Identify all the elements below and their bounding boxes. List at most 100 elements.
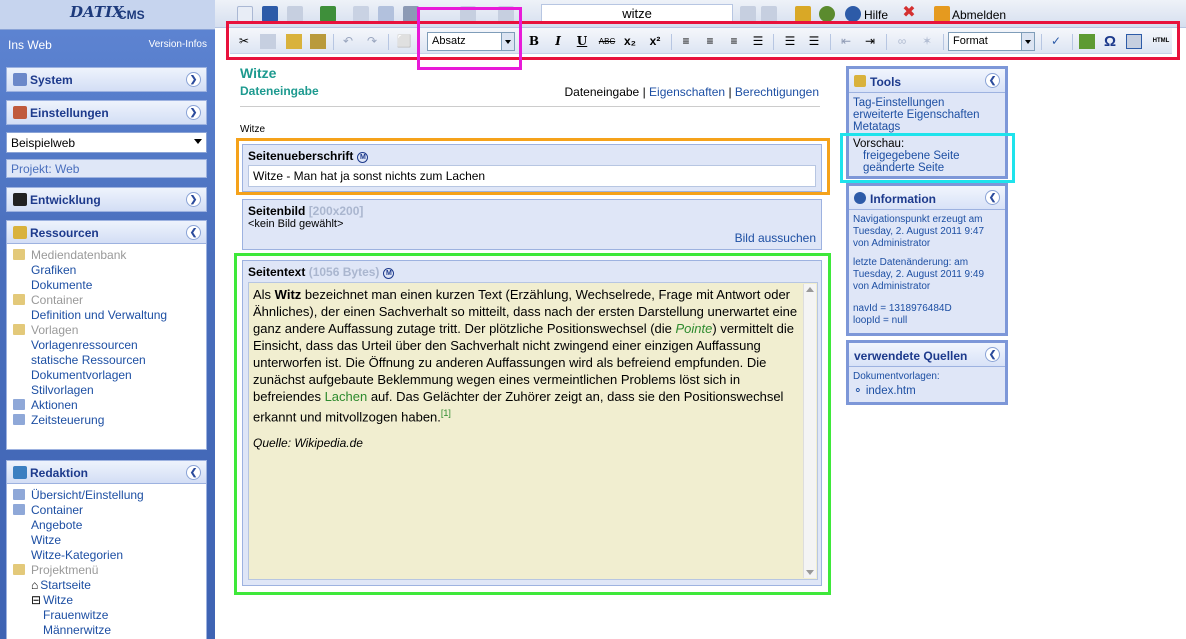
outdent-icon[interactable]: ⇤	[838, 34, 854, 49]
expand-icon[interactable]: ❯	[186, 72, 201, 87]
editorial-item[interactable]: Projektmenü	[13, 563, 200, 578]
printer-icon[interactable]	[403, 6, 419, 22]
resources-item[interactable]: Vorlagenressourcen	[13, 338, 200, 353]
collapse-icon[interactable]: ❮	[985, 73, 1000, 88]
logout-icon[interactable]	[934, 6, 950, 22]
bold-button[interactable]: B	[526, 34, 542, 49]
editorial-header[interactable]: Redaktion ❮	[7, 461, 206, 484]
bullet-list-icon[interactable]: ☰	[782, 34, 798, 49]
align-left-icon[interactable]: ≡	[678, 34, 694, 49]
paragraph-select[interactable]: Absatz	[427, 32, 515, 51]
footnote-link[interactable]: [1]	[441, 408, 451, 418]
align-center-icon[interactable]: ≡	[702, 34, 718, 49]
tab-berechtigungen[interactable]: Berechtigungen	[735, 85, 819, 99]
resources-item[interactable]: Definition und Verwaltung	[13, 308, 200, 323]
settings-header[interactable]: Einstellungen ❯	[7, 101, 206, 124]
extended-properties-link[interactable]: erweiterte Eigenschaften	[853, 109, 1001, 121]
metatags-link[interactable]: Metatags	[853, 121, 1001, 133]
new-page-icon[interactable]	[237, 6, 253, 22]
strike-button[interactable]: ABC	[596, 34, 618, 49]
search-input[interactable]: witze	[541, 4, 733, 24]
resources-item[interactable]: Vorlagen	[13, 323, 200, 338]
resources-item[interactable]: Stilvorlagen	[13, 383, 200, 398]
superscript-button[interactable]: x²	[647, 34, 663, 49]
align-justify-icon[interactable]: ☰	[750, 34, 766, 49]
choose-image-link[interactable]: Bild aussuchen	[735, 231, 816, 245]
editorial-item[interactable]: Container	[13, 503, 200, 518]
site-select[interactable]: Beispielweb	[6, 132, 207, 153]
cut-icon[interactable]: ✂	[236, 34, 252, 49]
tab-eigenschaften[interactable]: Eigenschaften	[649, 85, 725, 99]
sources-header[interactable]: verwendete Quellen ❮	[849, 343, 1005, 367]
editorial-item[interactable]: Witze-Kategorien	[13, 548, 200, 563]
resources-item[interactable]: Dokumentvorlagen	[13, 368, 200, 383]
spellcheck-icon[interactable]: ✓	[1048, 34, 1064, 49]
editorial-item[interactable]: ⊟ Witze	[13, 593, 200, 608]
unlink-icon[interactable]: ✶	[919, 34, 935, 49]
resources-item[interactable]: Mediendatenbank	[13, 248, 200, 263]
editorial-item[interactable]: Übersicht/Einstellung	[13, 488, 200, 503]
print-icon[interactable]	[287, 6, 303, 22]
resources-item[interactable]: Zeitsteuerung	[13, 413, 200, 428]
collapse-icon[interactable]: ❮	[186, 225, 201, 240]
editorial-item[interactable]: ⌂ Startseite	[13, 578, 200, 593]
search-doc-icon[interactable]	[378, 6, 394, 22]
tools-header[interactable]: Tools ❮	[849, 69, 1005, 93]
indent-icon[interactable]: ⇥	[862, 34, 878, 49]
resources-item[interactable]: Aktionen	[13, 398, 200, 413]
resources-item[interactable]: statische Ressourcen	[13, 353, 200, 368]
version-info-link[interactable]: Version-Infos	[149, 39, 207, 50]
resources-item[interactable]: Container	[13, 293, 200, 308]
info-header[interactable]: Information ❮	[849, 186, 1005, 210]
scrollbar[interactable]	[803, 284, 816, 578]
lachen-link[interactable]: Lachen	[325, 389, 368, 404]
table-icon[interactable]	[460, 6, 476, 22]
editorial-item[interactable]: Männerwitze	[13, 623, 200, 638]
system-header[interactable]: System ❯	[7, 68, 206, 91]
preview-changed-link[interactable]: geänderte Seite	[853, 162, 1001, 174]
next-icon[interactable]	[740, 6, 756, 22]
underline-button[interactable]: U	[574, 34, 590, 49]
numbered-list-icon[interactable]: ☰	[806, 34, 822, 49]
resources-item[interactable]: Dokumente	[13, 278, 200, 293]
html-button[interactable]: HTML	[1149, 34, 1173, 49]
redo-icon[interactable]: ↷	[364, 34, 380, 49]
last-icon[interactable]	[761, 6, 777, 22]
paste-text-icon[interactable]	[310, 34, 326, 49]
special-char-button[interactable]: Ω	[1102, 34, 1118, 49]
scroll-up-icon[interactable]	[806, 287, 814, 292]
link-icon[interactable]: ∞	[894, 34, 910, 49]
copy-icon[interactable]	[260, 34, 276, 49]
expand-icon[interactable]: ❯	[186, 192, 201, 207]
editorial-item[interactable]: Witze	[13, 533, 200, 548]
metadata-icon[interactable]: M	[383, 268, 395, 279]
tag-settings-link[interactable]: Tag-Einstellungen	[853, 97, 1001, 109]
editorial-item[interactable]: Angebote	[13, 518, 200, 533]
pointe-link[interactable]: Pointe	[676, 321, 713, 336]
image-icon[interactable]	[1079, 34, 1095, 49]
eraser-icon[interactable]: ⬜	[396, 34, 412, 49]
metadata-icon[interactable]: M	[357, 152, 369, 163]
publish-icon[interactable]	[320, 6, 336, 22]
collapse-icon[interactable]: ❮	[985, 190, 1000, 205]
undo-icon[interactable]: ↶	[340, 34, 356, 49]
help-icon[interactable]	[845, 6, 861, 22]
development-header[interactable]: Entwicklung ❯	[7, 188, 206, 211]
format-select[interactable]: Format	[948, 32, 1035, 51]
collapse-icon[interactable]: ❮	[186, 465, 201, 480]
close-icon[interactable]: ✖	[901, 5, 917, 22]
lock-icon[interactable]	[795, 6, 811, 22]
help-button[interactable]: Hilfe	[864, 8, 888, 22]
preview-icon[interactable]	[353, 6, 369, 22]
resources-item[interactable]: Grafiken	[13, 263, 200, 278]
subscript-button[interactable]: x₂	[622, 34, 638, 49]
bug-icon[interactable]	[819, 6, 835, 22]
resources-header[interactable]: Ressourcen ❮	[7, 221, 206, 244]
save-icon[interactable]	[262, 6, 278, 22]
rich-text-editor[interactable]: Als Witz bezeichnet man einen kurzen Tex…	[248, 282, 818, 580]
tab-dateneingabe[interactable]: Dateneingabe	[565, 85, 640, 99]
scroll-down-icon[interactable]	[806, 570, 814, 575]
preview-published-link[interactable]: freigegebene Seite	[853, 150, 1001, 162]
expand-icon[interactable]: ❯	[186, 105, 201, 120]
sources-item[interactable]: ⚬ index.htm	[853, 385, 1001, 397]
